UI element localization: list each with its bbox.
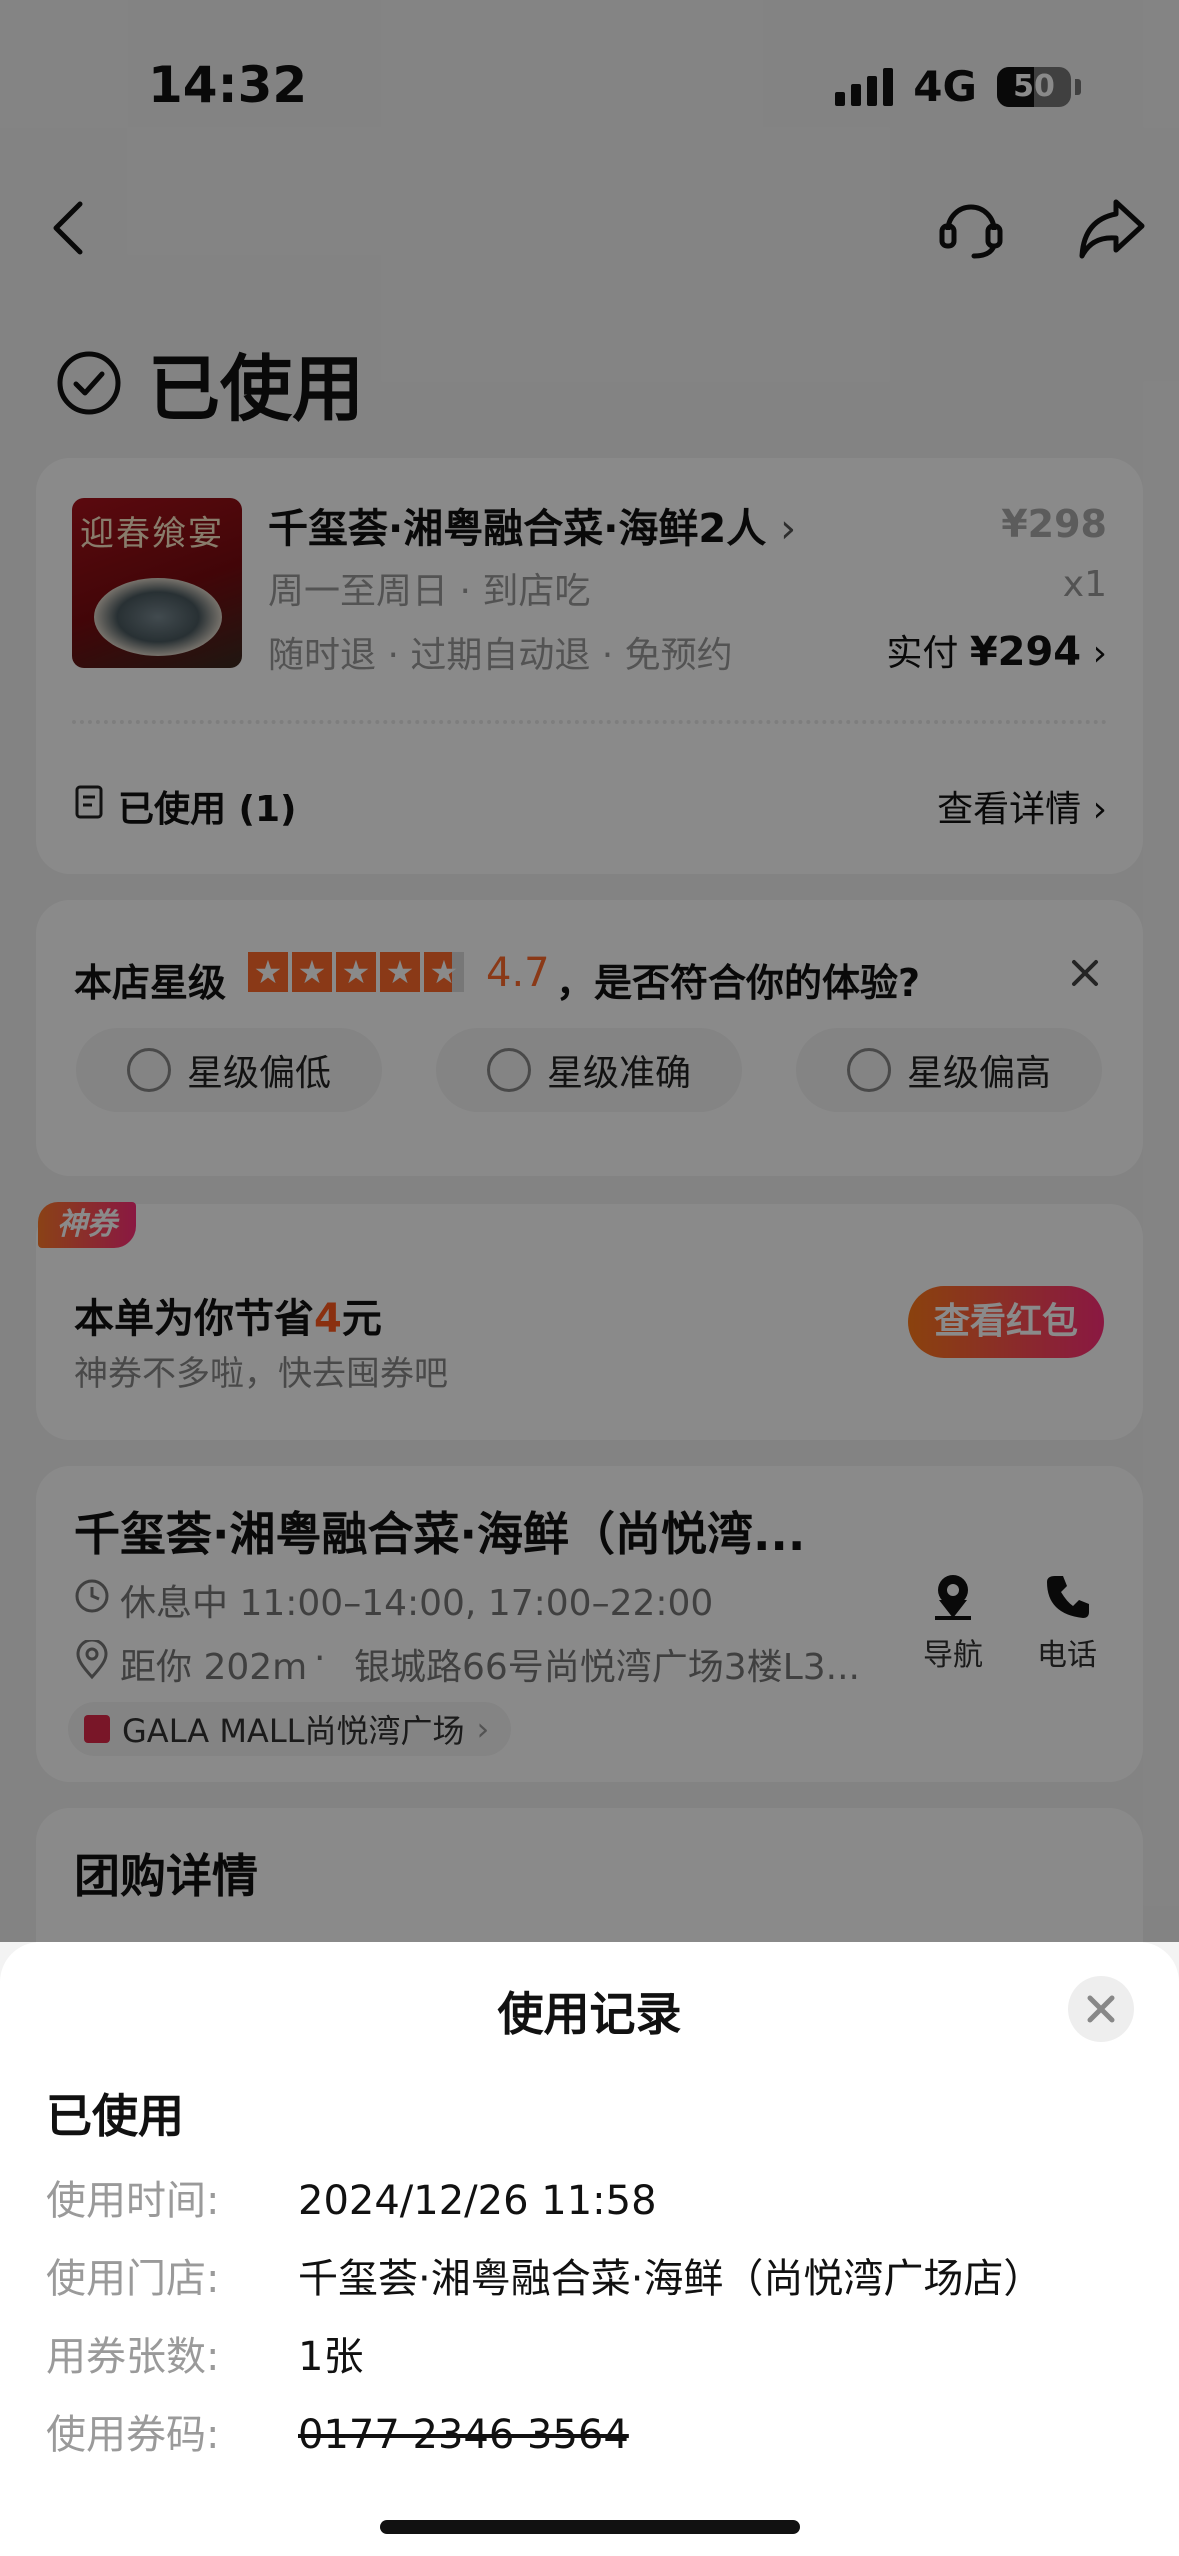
- close-icon: [1087, 1995, 1115, 2023]
- coupon-code-row: 使用券码: 0177 2346 3564: [46, 2412, 629, 2458]
- usage-time-row: 使用时间: 2024/12/26 11:58: [46, 2178, 657, 2224]
- home-indicator[interactable]: [380, 2520, 800, 2534]
- sheet-title: 使用记录: [497, 1987, 682, 2041]
- usage-store-row: 使用门店: 千玺荟·湘粤融合菜·海鲜（尚悦湾广场店）: [46, 2256, 1044, 2302]
- usage-record-sheet: 使用记录 已使用 使用时间: 2024/12/26 11:58 使用门店: 千玺荟·…: [0, 1942, 1179, 2556]
- coupon-count-row: 用券张数: 1张: [46, 2334, 364, 2380]
- sheet-close-button[interactable]: [1068, 1976, 1134, 2042]
- usage-status: 已使用: [46, 2089, 184, 2143]
- modal-backdrop[interactable]: [0, 0, 1179, 1942]
